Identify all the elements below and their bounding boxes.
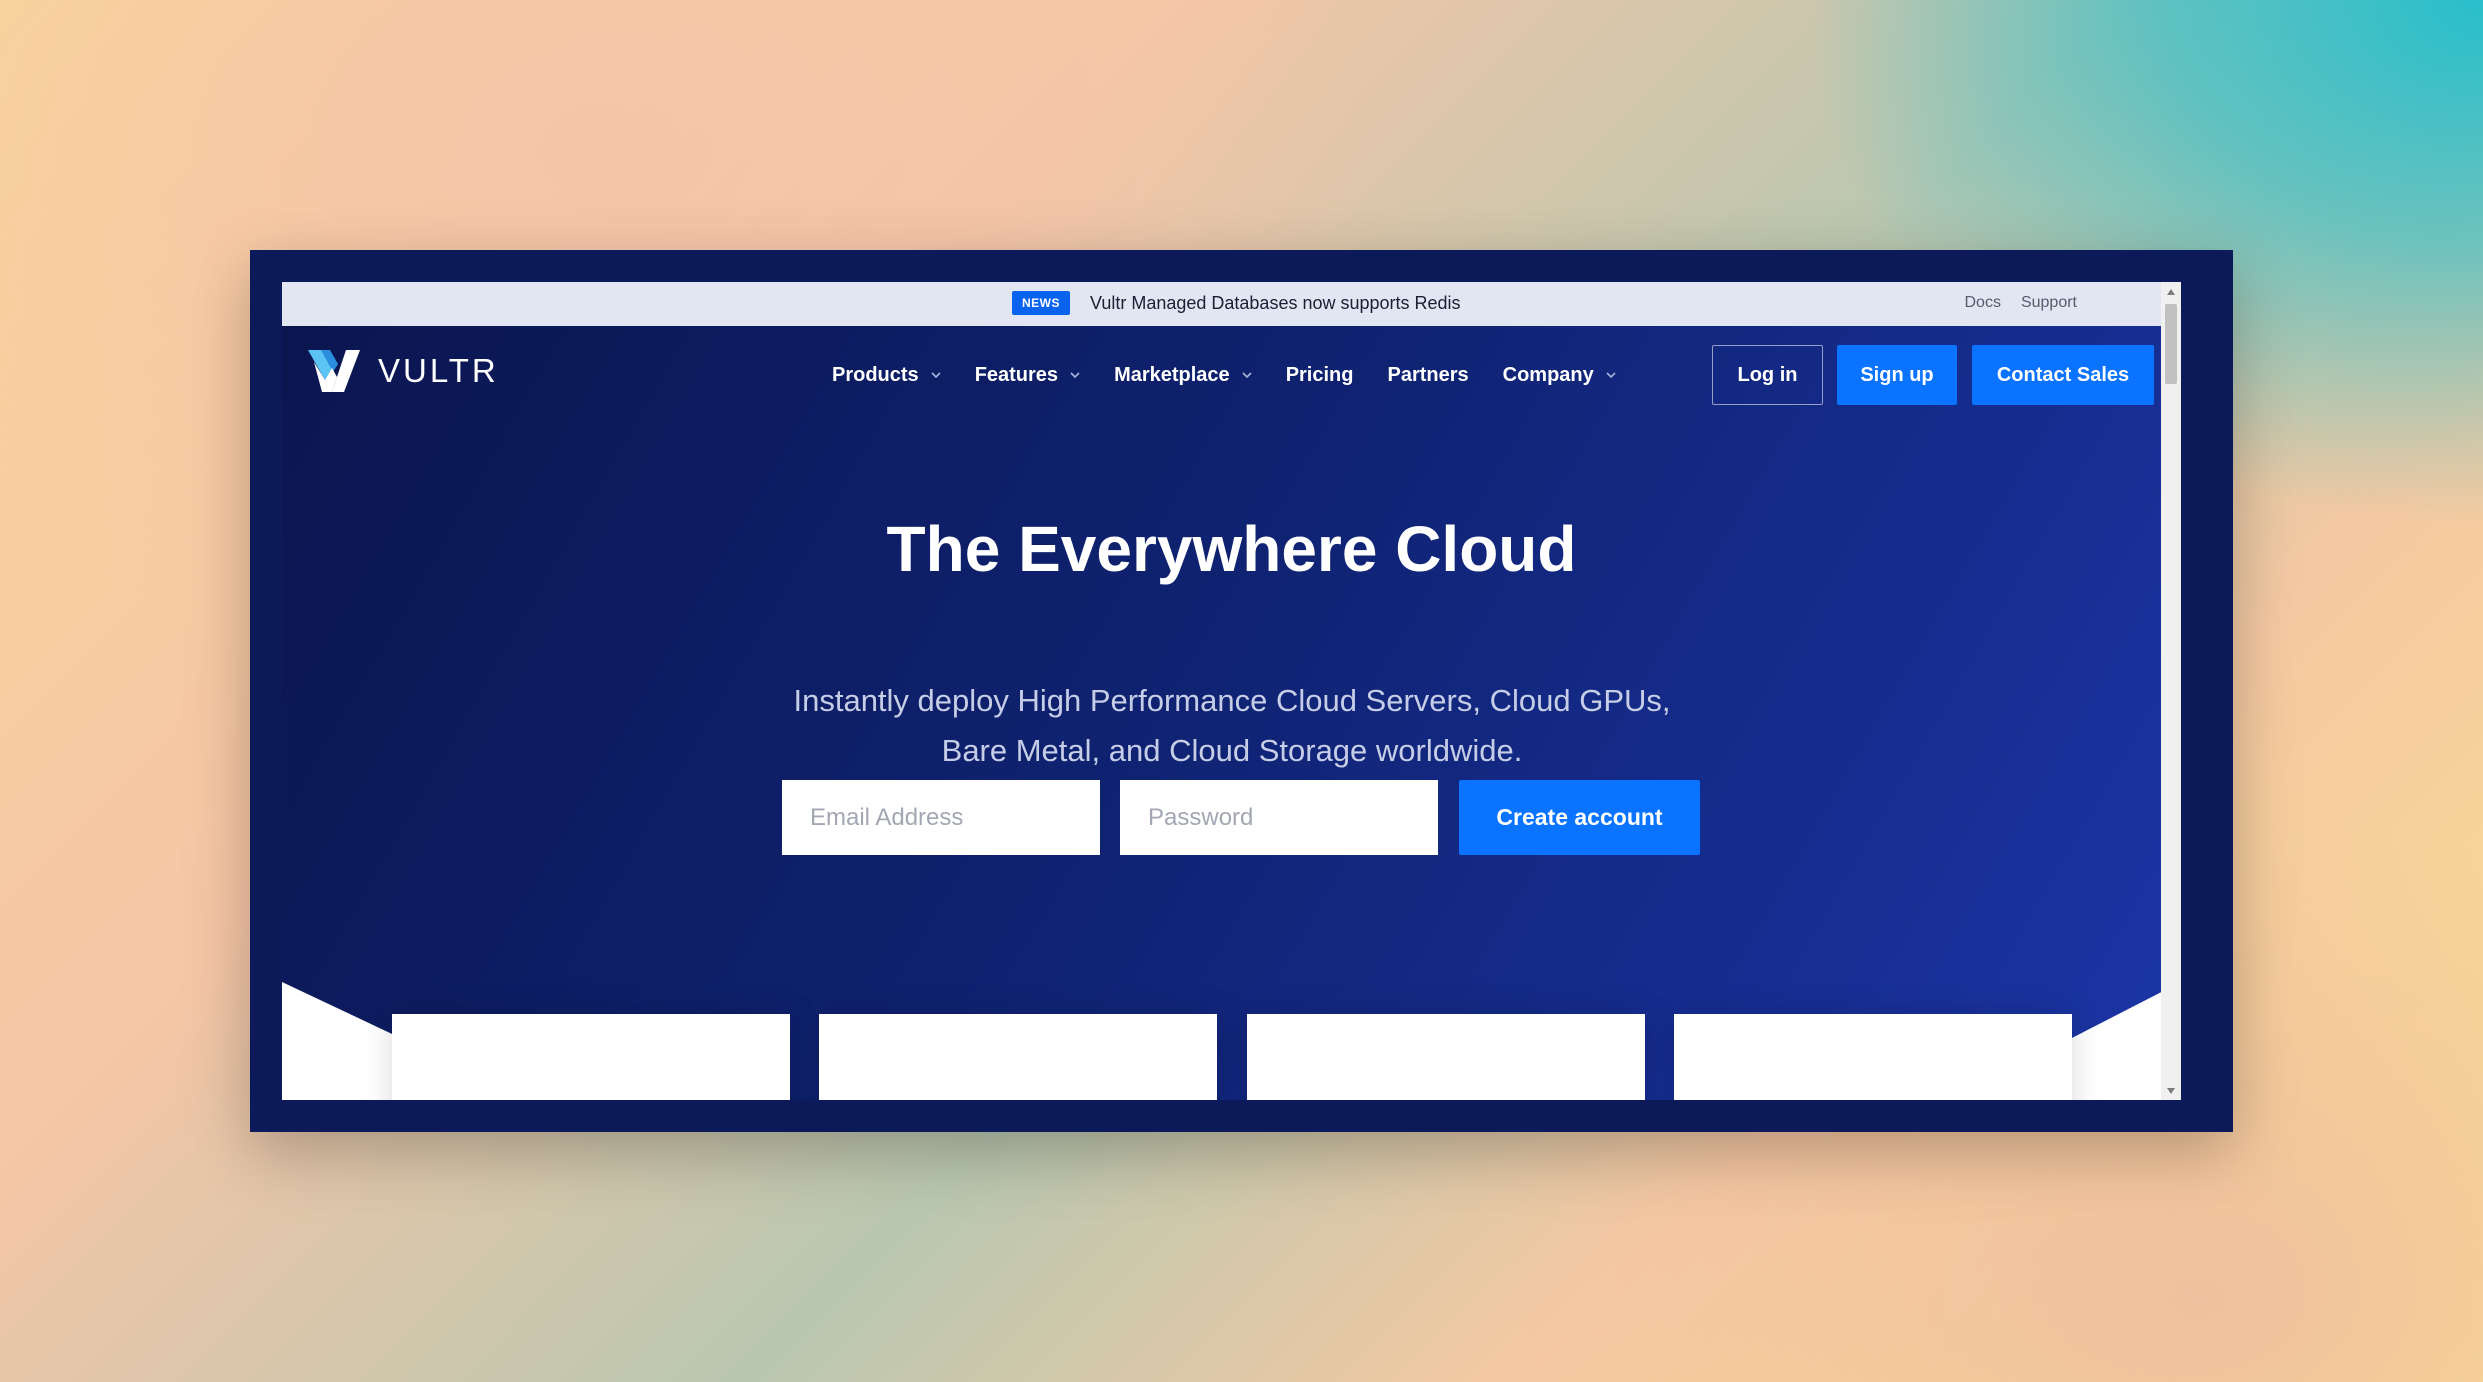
nav-pricing-label: Pricing	[1285, 363, 1354, 386]
vultr-logo-icon	[308, 350, 360, 392]
chevron-down-icon	[1242, 372, 1252, 379]
nav-pricing[interactable]: Pricing	[1286, 364, 1354, 387]
nav-features-label: Features	[974, 363, 1059, 386]
nav-marketplace[interactable]: Marketplace	[1114, 364, 1252, 387]
hero-subtitle: Instantly deploy High Performance Cloud …	[793, 683, 1671, 768]
hero-title: The Everywhere Cloud	[886, 513, 1577, 585]
scrollbar[interactable]	[2161, 282, 2181, 1100]
chevron-down-icon	[1070, 372, 1080, 379]
docs-link[interactable]: Docs	[1965, 294, 2001, 312]
brand-name: VULTR	[378, 352, 499, 389]
feature-card[interactable]	[392, 1014, 790, 1100]
scroll-down-arrow-icon[interactable]	[2167, 1088, 2175, 1094]
nav-products-label: Products	[832, 363, 919, 386]
nav-company[interactable]: Company	[1503, 364, 1616, 387]
create-account-button[interactable]: Create account	[1459, 780, 1700, 855]
nav-features[interactable]: Features	[975, 364, 1080, 387]
login-button[interactable]: Log in	[1712, 345, 1823, 405]
feature-card[interactable]	[819, 1014, 1217, 1100]
nav-partners[interactable]: Partners	[1387, 364, 1468, 387]
hero-section: VULTR Products Features Marketplace Pric…	[282, 326, 2181, 1100]
nav-marketplace-label: Marketplace	[1114, 363, 1230, 386]
email-field[interactable]	[782, 780, 1100, 855]
page-viewport: NEWS Vultr Managed Databases now support…	[282, 282, 2181, 1100]
feature-card[interactable]	[1247, 1014, 1645, 1100]
nav-partners-label: Partners	[1387, 363, 1469, 386]
contact-sales-button[interactable]: Contact Sales	[1972, 345, 2154, 405]
feature-card[interactable]	[1674, 1014, 2072, 1100]
chevron-down-icon	[1606, 372, 1616, 379]
scroll-up-arrow-icon[interactable]	[2167, 289, 2175, 295]
password-field[interactable]	[1120, 780, 1438, 855]
news-badge: NEWS	[1012, 291, 1070, 315]
main-nav: Products Features Marketplace Pricing Pa…	[832, 345, 1650, 405]
browser-frame: NEWS Vultr Managed Databases now support…	[250, 250, 2233, 1132]
top-links: Docs Support	[1965, 294, 2078, 312]
announcement-bar: NEWS Vultr Managed Databases now support…	[282, 282, 2181, 326]
nav-company-label: Company	[1502, 363, 1594, 386]
news-text[interactable]: Vultr Managed Databases now supports Red…	[1090, 293, 1461, 314]
support-link[interactable]: Support	[2021, 294, 2077, 312]
news-announcement[interactable]: NEWS Vultr Managed Databases now support…	[1012, 291, 1461, 315]
vultr-logo[interactable]: VULTR	[308, 348, 499, 394]
nav-products[interactable]: Products	[832, 364, 941, 387]
chevron-down-icon	[931, 372, 941, 379]
signup-button[interactable]: Sign up	[1837, 345, 1957, 405]
scroll-thumb[interactable]	[2165, 304, 2177, 384]
